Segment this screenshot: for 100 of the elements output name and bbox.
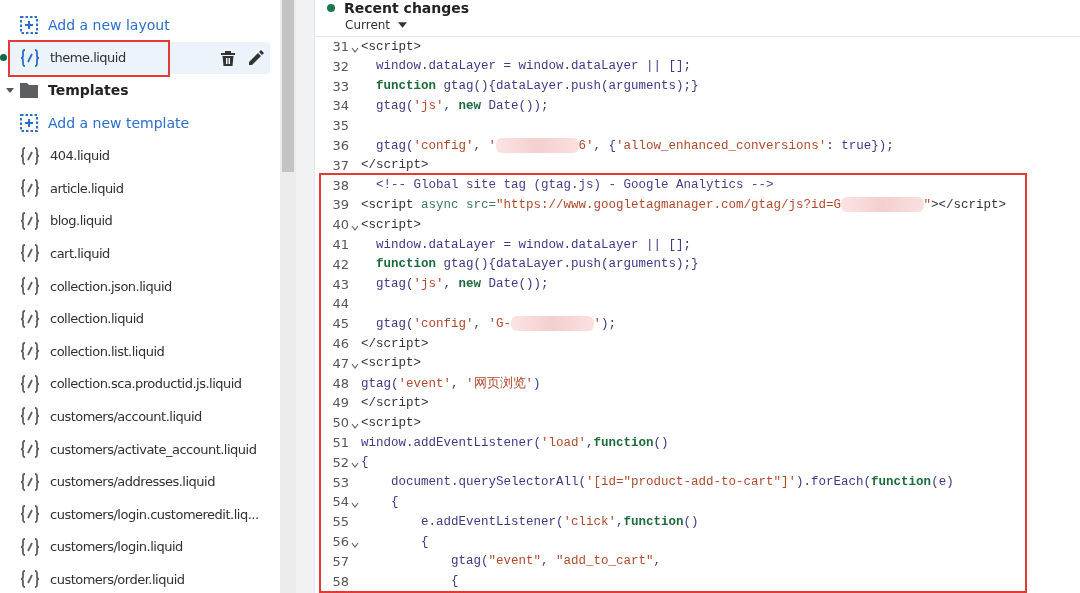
- line-number: 49: [331, 395, 349, 411]
- code-line: function gtag(){dataLayer.push(arguments);}: [375, 79, 699, 94]
- code-line: <!-- Global site tag (gtag.js) - Google Analytics -->: [375, 178, 774, 193]
- fold-caret-icon[interactable]: [351, 224, 359, 231]
- line-number: 54: [331, 494, 349, 510]
- add-file-link[interactable]: Add a new template: [0, 106, 270, 140]
- code-file-icon: [20, 537, 40, 556]
- code-file-icon: [20, 277, 40, 296]
- code-file-icon: [20, 244, 40, 263]
- folder-icon: [20, 82, 38, 99]
- file-item[interactable]: customers/login.customeredit.liq...: [0, 497, 270, 531]
- code-line: </script>: [361, 158, 429, 173]
- version-dropdown[interactable]: Current: [343, 17, 410, 33]
- line-number: 50: [331, 415, 349, 431]
- code-line: gtag('config', ' 6', {'allow_enhanced_conversions': true});: [375, 138, 894, 154]
- line-number: 37: [331, 157, 349, 173]
- code-line: gtag('js', new Date());: [375, 98, 549, 113]
- code-line: {: [420, 534, 429, 549]
- code-line: <script>: [361, 39, 421, 54]
- code-line: <script>: [361, 217, 421, 232]
- line-number: 42: [331, 256, 349, 272]
- file-item[interactable]: article.liquid: [0, 171, 270, 205]
- line-number: 44: [331, 296, 349, 312]
- code-file-icon: [20, 179, 40, 198]
- line-number: 31: [331, 39, 349, 55]
- caret-icon: [398, 22, 408, 28]
- line-number: 43: [331, 276, 349, 292]
- line-number: 48: [331, 375, 349, 391]
- file-item[interactable]: customers/account.liquid: [0, 400, 270, 433]
- delete-icon[interactable]: [220, 49, 236, 66]
- code-line: window.addEventListener('load',function(): [361, 435, 669, 450]
- line-number: 32: [331, 58, 349, 74]
- line-number: 38: [331, 177, 349, 193]
- line-number: 33: [331, 78, 349, 94]
- folder-item[interactable]: Templates: [0, 74, 270, 107]
- add-file-link[interactable]: Add a new layout: [0, 9, 270, 42]
- line-number: 55: [331, 514, 349, 530]
- scrollbar-thumb[interactable]: [282, 0, 294, 172]
- code-file-icon: [20, 48, 40, 67]
- fold-caret-icon[interactable]: [351, 46, 359, 53]
- code-line: function gtag(){dataLayer.push(arguments);}: [375, 257, 699, 272]
- panel-title: Recent changes: [344, 0, 470, 16]
- code-line: {: [361, 455, 369, 470]
- edit-icon[interactable]: [248, 49, 264, 66]
- file-item[interactable]: collection.liquid: [0, 302, 270, 335]
- code-file-icon: [20, 342, 40, 361]
- fold-caret-icon[interactable]: [351, 363, 359, 370]
- code-file-icon: [20, 505, 40, 524]
- line-number: 51: [331, 435, 349, 450]
- code-line: <script async src="https://www.googletagmanager.com/gtag/js?id=G "></script>: [361, 197, 1007, 213]
- file-item[interactable]: collection.sca.productid.js.liquid: [0, 367, 270, 401]
- file-item[interactable]: 404.liquid: [0, 139, 270, 172]
- fold-caret-icon[interactable]: [351, 422, 359, 429]
- code-line: gtag('event', '网页浏览'): [361, 375, 541, 392]
- add-file-icon: [20, 16, 38, 35]
- line-number: 56: [331, 534, 349, 549]
- code-file-icon: [20, 309, 40, 328]
- file-item[interactable]: customers/login.liquid: [0, 530, 270, 564]
- code-line: window.dataLayer = window.dataLayer || [];: [375, 59, 692, 74]
- file-item[interactable]: customers/addresses.liquid: [0, 465, 270, 498]
- code-file-icon: [20, 146, 40, 165]
- code-line: gtag('js', new Date());: [375, 277, 549, 292]
- code-line: </script>: [361, 336, 429, 351]
- file-item[interactable]: customers/order.liquid: [0, 563, 270, 593]
- code-file-icon: [20, 374, 40, 393]
- code-file-icon: [20, 211, 40, 230]
- code-file-icon: [20, 407, 40, 426]
- line-number: 45: [331, 316, 349, 332]
- fold-caret-icon[interactable]: [351, 501, 359, 508]
- code-line: window.dataLayer = window.dataLayer || [];: [375, 237, 692, 252]
- line-number: 36: [331, 138, 349, 154]
- code-line: document.querySelectorAll('[id="product-add-to-cart"]').forEach(function(e): [390, 475, 954, 490]
- file-item[interactable]: customers/activate_account.liquid: [0, 432, 270, 466]
- code-line: <script>: [361, 415, 421, 430]
- file-item[interactable]: collection.json.liquid: [0, 269, 270, 303]
- line-number: 57: [331, 553, 349, 569]
- line-number: 46: [331, 336, 349, 352]
- code-line: {: [390, 494, 399, 509]
- line-number: 53: [331, 474, 349, 490]
- code-file-icon: [20, 440, 40, 458]
- code-line: e.addEventListener('click',function(): [420, 514, 699, 529]
- code-line: {: [450, 574, 459, 589]
- line-number: 34: [331, 98, 349, 114]
- line-number: 41: [331, 237, 349, 253]
- code-file-icon: [20, 570, 40, 589]
- line-number: 58: [331, 573, 349, 589]
- file-item[interactable]: cart.liquid: [0, 237, 270, 270]
- add-file-icon: [20, 114, 38, 133]
- fold-caret-icon[interactable]: [351, 541, 359, 548]
- status-dot: [327, 4, 335, 12]
- line-number: 52: [331, 454, 349, 470]
- file-item[interactable]: collection.list.liquid: [0, 334, 270, 368]
- code-line: gtag("event", "add_to_cart",: [450, 554, 662, 569]
- code-file-icon: [20, 472, 40, 491]
- line-number: 39: [331, 197, 349, 213]
- code-line: gtag('config', 'G- ');: [375, 316, 617, 332]
- line-number: 47: [331, 355, 349, 371]
- file-item[interactable]: blog.liquid: [0, 204, 270, 238]
- code-line: </script>: [361, 395, 429, 410]
- fold-caret-icon[interactable]: [351, 462, 359, 469]
